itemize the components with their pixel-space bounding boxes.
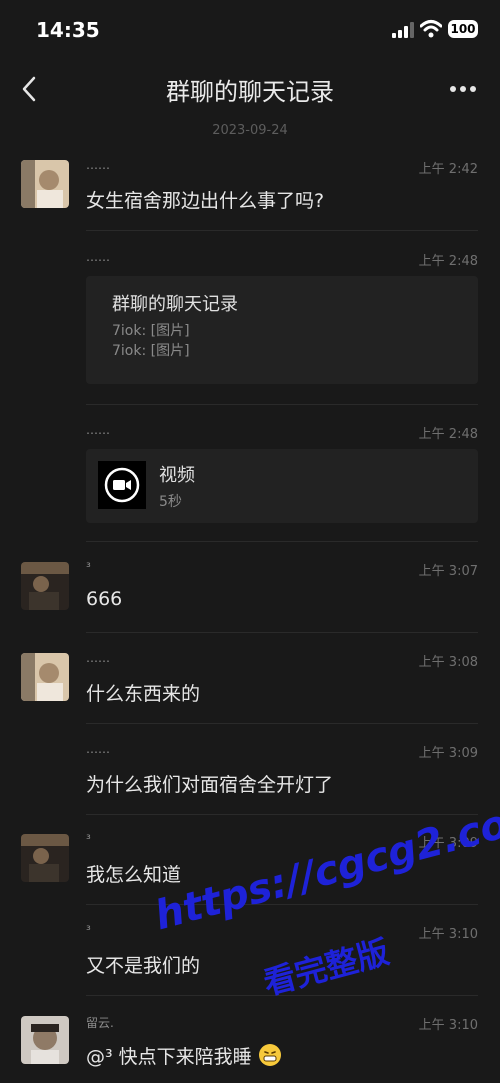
divider — [86, 230, 478, 231]
wifi-icon — [420, 20, 442, 38]
message-text-content: @³ 快点下来陪我睡 — [86, 1046, 252, 1068]
divider — [86, 541, 478, 542]
avatar[interactable] — [21, 653, 69, 701]
status-time: 14:35 — [36, 18, 100, 42]
divider — [86, 632, 478, 633]
message-item[interactable]: 留云. 上午 3:10 @³ 快点下来陪我睡 — [0, 1012, 500, 1083]
card-title: 群聊的聊天记录 — [112, 294, 238, 315]
status-bar: 14:35 100 — [0, 0, 500, 60]
more-options-icon[interactable] — [448, 84, 478, 94]
message-item[interactable]: ³ 上午 3:10 又不是我们的 — [0, 921, 500, 997]
message-text[interactable]: 666 — [86, 588, 122, 610]
page-title: 群聊的聊天记录 — [166, 78, 334, 106]
video-duration: 5秒 — [159, 494, 182, 510]
card-line: 7iok: [图片] — [112, 343, 190, 359]
card-line: 7iok: [图片] — [112, 323, 190, 339]
sender-name: …… — [86, 651, 110, 665]
sender-name: …… — [86, 423, 110, 437]
battery-indicator: 100 — [448, 20, 478, 38]
message-item[interactable]: …… 上午 3:08 什么东西来的 — [0, 649, 500, 725]
avatar[interactable] — [21, 1016, 69, 1064]
message-time: 上午 3:07 — [418, 564, 478, 579]
sender-name: ³ — [86, 923, 91, 937]
avatar[interactable] — [21, 562, 69, 610]
video-title: 视频 — [159, 465, 195, 486]
message-text[interactable]: 我怎么知道 — [86, 860, 181, 887]
message-time: 上午 3:10 — [418, 927, 478, 942]
message-time: 上午 3:10 — [418, 1018, 478, 1033]
sender-name: ³ — [86, 832, 91, 846]
message-time: 上午 3:08 — [418, 655, 478, 670]
cellular-signal-icon — [392, 22, 414, 38]
divider — [86, 723, 478, 724]
divider — [86, 814, 478, 815]
message-text[interactable]: 女生宿舍那边出什么事了吗? — [86, 186, 324, 213]
avatar[interactable] — [21, 834, 69, 882]
message-time: 上午 2:42 — [418, 162, 478, 177]
message-time: 上午 2:48 — [418, 254, 478, 269]
message-item[interactable]: …… 上午 3:09 为什么我们对面宿舍全开灯了 — [0, 740, 500, 816]
avatar[interactable] — [21, 160, 69, 208]
message-text[interactable]: 什么东西来的 — [86, 679, 200, 706]
chat-record-card[interactable]: 群聊的聊天记录 7iok: [图片] 7iok: [图片] — [86, 276, 478, 384]
date-label: 2023-09-24 — [212, 123, 288, 138]
sender-name: …… — [86, 158, 110, 172]
video-camera-icon — [98, 461, 146, 509]
message-item[interactable]: …… 上午 2:42 女生宿舍那边出什么事了吗? — [0, 156, 500, 232]
message-text[interactable]: 又不是我们的 — [86, 951, 200, 978]
message-time: 上午 2:48 — [418, 427, 478, 442]
message-item[interactable]: …… 上午 2:48 视频 5秒 — [0, 421, 500, 543]
message-text[interactable]: 为什么我们对面宿舍全开灯了 — [86, 770, 333, 797]
message-time: 上午 3:09 — [418, 746, 478, 761]
message-item[interactable]: …… 上午 2:48 群聊的聊天记录 7iok: [图片] 7iok: [图片] — [0, 248, 500, 406]
message-item[interactable]: ³ 上午 3:07 666 — [0, 558, 500, 634]
divider — [86, 404, 478, 405]
sender-name: 留云. — [86, 1016, 114, 1030]
sender-name: …… — [86, 250, 110, 264]
grinning-emoji-icon — [258, 1044, 281, 1066]
nav-bar: 群聊的聊天记录 — [0, 60, 500, 118]
sender-name: …… — [86, 742, 110, 756]
sender-name: ³ — [86, 560, 91, 574]
video-card[interactable]: 视频 5秒 — [86, 449, 478, 523]
message-text[interactable]: @³ 快点下来陪我睡 — [86, 1042, 282, 1069]
